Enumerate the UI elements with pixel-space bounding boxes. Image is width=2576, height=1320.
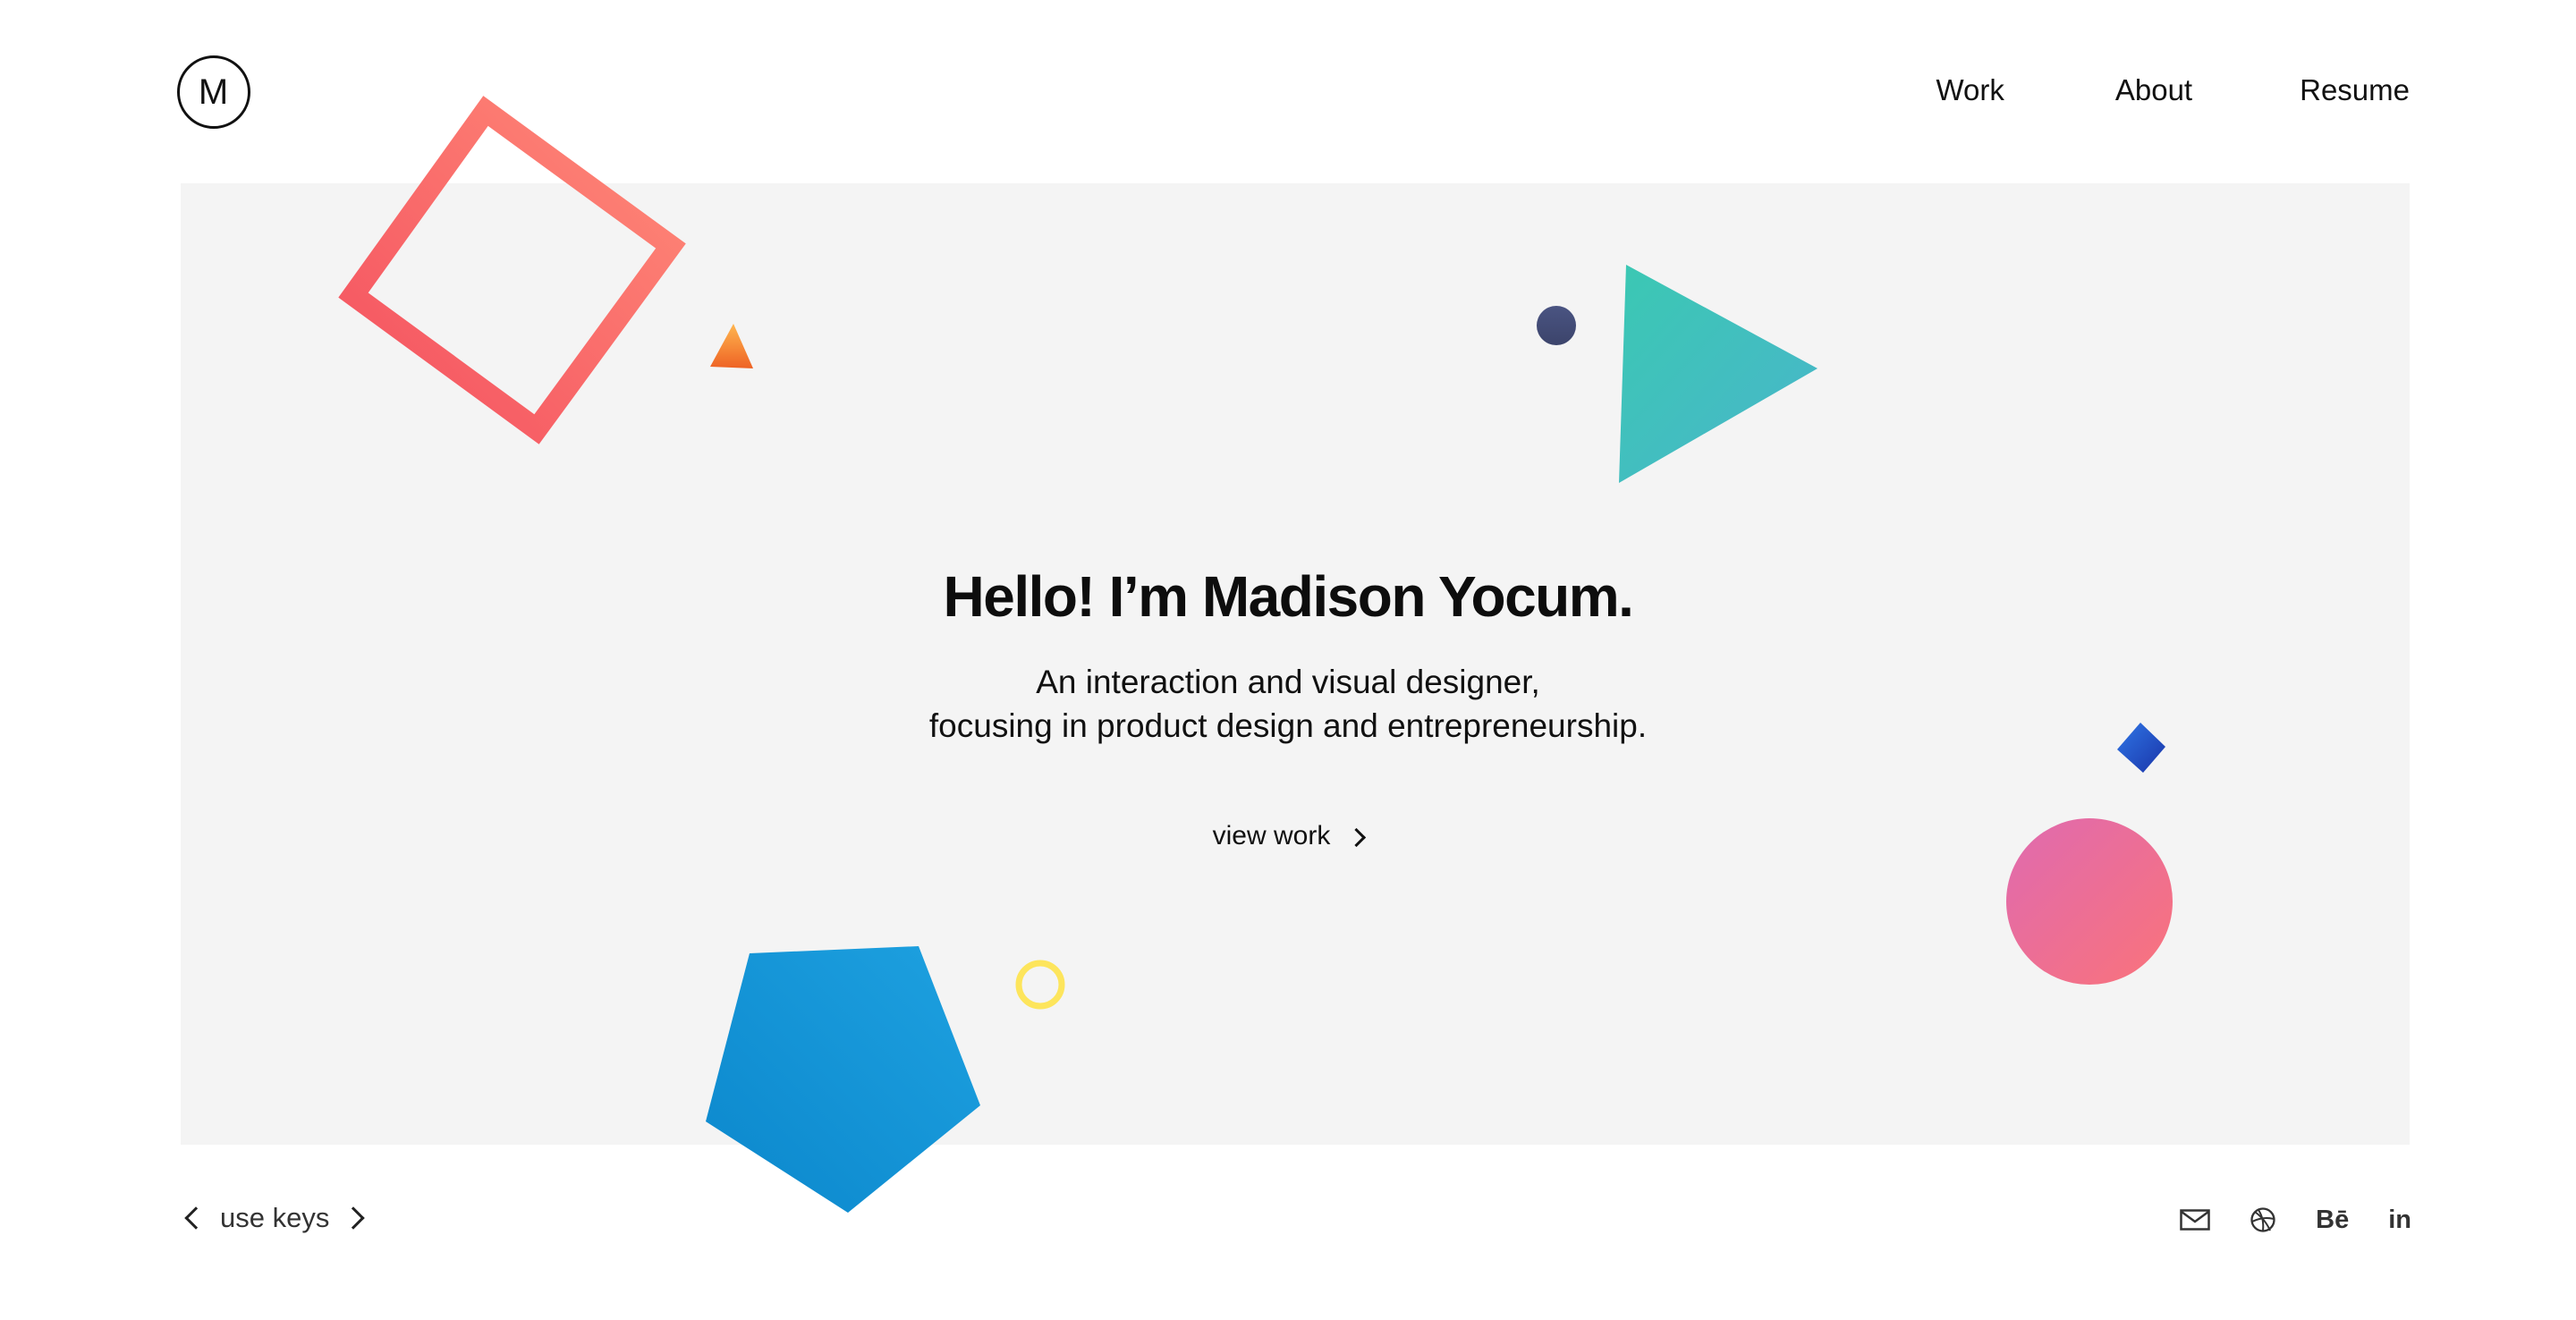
linkedin-label: in [2388, 1205, 2411, 1234]
chevron-right-icon [1347, 827, 1367, 847]
hero-subtitle-line2: focusing in product design and entrepren… [928, 707, 1648, 744]
view-work-label: view work [1212, 821, 1331, 850]
page: M Work About Resume Hello! I’m Madison Y… [0, 0, 2576, 1320]
chevron-right-nav-icon[interactable] [342, 1206, 366, 1230]
hero-subtitle-line1: An interaction and visual designer, [1036, 664, 1540, 700]
mail-icon[interactable] [2180, 1204, 2210, 1236]
logo-letter: M [198, 72, 230, 112]
view-work-wrapper: view work [0, 821, 2576, 851]
social-links: Bē in [2180, 1204, 2411, 1236]
behance-label: Bē [2316, 1205, 2350, 1234]
view-work-link[interactable]: view work [1212, 821, 1367, 851]
dribbble-icon[interactable] [2250, 1204, 2276, 1236]
keys-label: use keys [220, 1202, 330, 1233]
logo[interactable]: M [177, 55, 250, 129]
nav-item-resume[interactable]: Resume [2300, 73, 2410, 107]
behance-icon[interactable]: Bē [2316, 1204, 2349, 1236]
nav-item-about[interactable]: About [2115, 73, 2192, 107]
main-nav: Work About Resume [1936, 73, 2410, 107]
keyboard-hint: use keys [182, 1202, 367, 1234]
hero-title: Hello! I’m Madison Yocum. [943, 564, 1634, 629]
hero-subtitle: An interaction and visual designer, focu… [0, 660, 2576, 748]
chevron-left-icon[interactable] [184, 1206, 208, 1230]
linkedin-icon[interactable]: in [2388, 1204, 2411, 1236]
nav-item-work[interactable]: Work [1936, 73, 2004, 107]
